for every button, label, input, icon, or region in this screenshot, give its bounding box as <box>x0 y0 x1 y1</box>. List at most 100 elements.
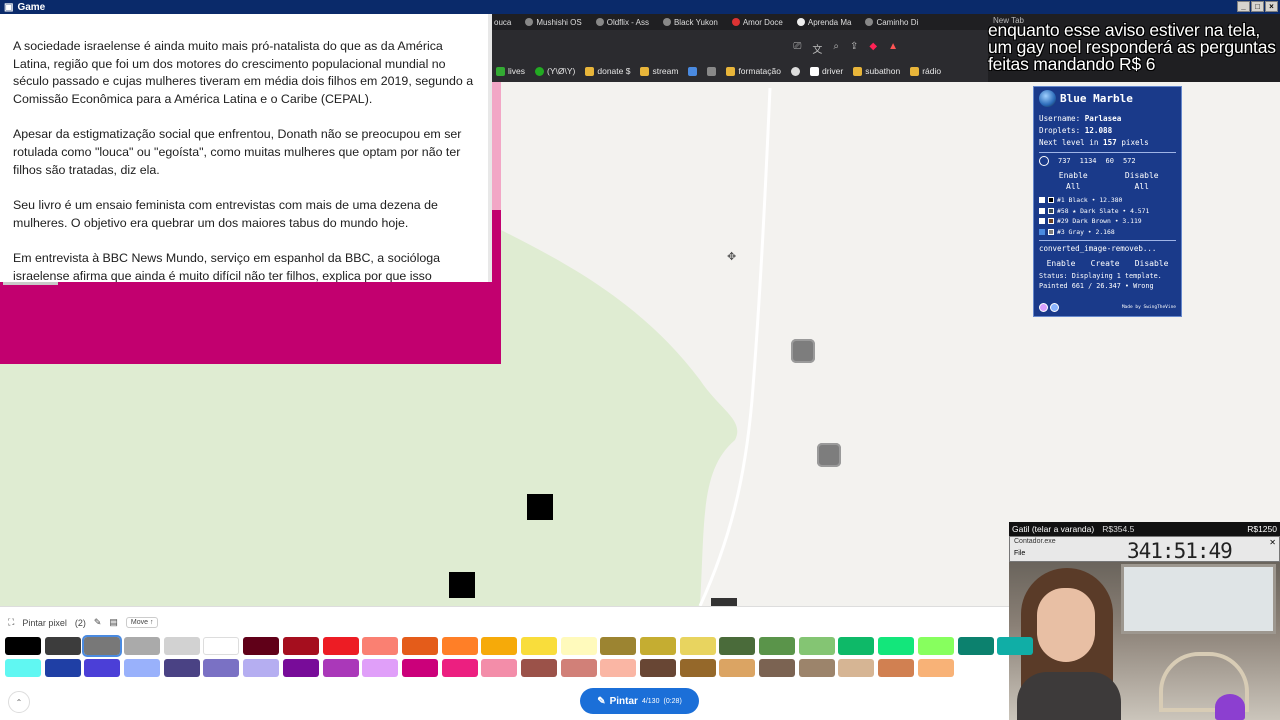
pin-icon[interactable] <box>1039 156 1049 166</box>
enable-template-button[interactable]: Enable <box>1047 258 1076 269</box>
palette-color-swatch[interactable] <box>520 659 557 677</box>
browser-tab[interactable]: ouca <box>494 18 511 27</box>
brave-rewards-icon[interactable]: ▲ <box>888 41 898 56</box>
palette-color-swatch[interactable] <box>282 659 319 677</box>
palette-color-swatch[interactable] <box>640 637 676 655</box>
bookmark-subathon[interactable]: subathon <box>853 66 900 76</box>
bookmark-emoticon[interactable]: (Y\Ø\Y) <box>535 66 575 76</box>
bookmark-donate[interactable]: donate $ <box>585 66 630 76</box>
close-icon[interactable]: ✕ <box>1269 538 1276 547</box>
bookmark-lives[interactable]: lives <box>496 66 525 76</box>
palette-color-swatch[interactable] <box>798 637 835 655</box>
color-filter-item[interactable]: #29 Dark Brown • 3.119 <box>1039 216 1176 227</box>
palette-color-swatch[interactable] <box>878 637 915 655</box>
palette-color-swatch[interactable] <box>759 637 796 655</box>
move-button[interactable]: Move ↑ <box>125 617 159 628</box>
bookmark-radio[interactable]: rádio <box>910 66 941 76</box>
palette-color-swatch[interactable] <box>362 659 399 677</box>
palette-color-swatch[interactable] <box>362 637 399 655</box>
palette-color-swatch[interactable] <box>124 637 161 655</box>
palette-color-swatch[interactable] <box>401 637 438 655</box>
info-icon[interactable] <box>1050 303 1059 312</box>
palette-color-swatch[interactable] <box>322 659 359 677</box>
palette-color-swatch[interactable] <box>44 659 81 677</box>
checkbox[interactable] <box>1039 218 1045 225</box>
palette-color-swatch[interactable] <box>44 637 81 655</box>
palette-color-swatch[interactable] <box>600 637 637 655</box>
bookmark-formatacao[interactable]: formatação <box>726 66 781 76</box>
browser-tab[interactable]: Aprenda Ma <box>796 18 851 27</box>
create-template-button[interactable]: Create <box>1091 258 1120 269</box>
minimize-button[interactable]: _ <box>1237 1 1250 12</box>
coord-px-x[interactable]: 60 <box>1106 157 1114 165</box>
palette-color-swatch[interactable] <box>600 659 637 677</box>
paint-button[interactable]: ✎ Pintar 4/130 (0:28) <box>580 688 699 714</box>
palette-color-swatch[interactable] <box>243 637 280 655</box>
palette-color-swatch[interactable] <box>163 659 200 677</box>
browser-tab[interactable]: Oldflix - Ass <box>595 18 649 27</box>
palette-color-swatch[interactable] <box>838 637 875 655</box>
palette-color-swatch[interactable] <box>282 637 319 655</box>
horizontal-scroll-thumb[interactable] <box>3 282 58 285</box>
color-filter-item[interactable]: #58 ★ Dark Slate • 4.571 <box>1039 206 1176 217</box>
browser-tab[interactable]: Caminho Di <box>865 18 918 27</box>
bookmark-calendar[interactable] <box>688 66 698 76</box>
zoom-icon[interactable]: ⌕ <box>833 41 839 56</box>
palette-color-swatch[interactable] <box>322 637 359 655</box>
palette-color-swatch[interactable] <box>560 659 597 677</box>
template-file-name[interactable]: converted_image-removeb... <box>1039 244 1176 253</box>
translate-icon[interactable]: 文 <box>812 41 822 56</box>
palette-color-swatch[interactable] <box>124 659 161 677</box>
palette-color-swatch[interactable] <box>917 637 954 655</box>
maximize-button[interactable]: □ <box>1251 1 1264 12</box>
palette-color-swatch[interactable] <box>441 637 478 655</box>
palette-color-swatch[interactable] <box>838 659 875 677</box>
palette-color-swatch[interactable] <box>5 659 41 677</box>
color-filter-item[interactable]: #3 Gray • 2.168 <box>1039 227 1176 238</box>
bookmark-driver[interactable]: driver <box>809 66 843 76</box>
palette-color-swatch[interactable] <box>997 637 1034 655</box>
palette-color-swatch[interactable] <box>481 637 518 655</box>
pencil-icon[interactable]: ✎ <box>94 617 102 628</box>
palette-color-swatch[interactable] <box>759 659 796 677</box>
palette-color-swatch[interactable] <box>5 637 41 655</box>
checkbox[interactable] <box>1039 207 1045 214</box>
checkbox-checked[interactable] <box>1039 228 1045 235</box>
share-icon[interactable]: ⇪ <box>850 41 858 56</box>
browser-tab[interactable]: Black Yukon <box>662 18 718 27</box>
checkbox[interactable] <box>1039 197 1045 204</box>
palette-color-swatch[interactable] <box>640 659 676 677</box>
palette-color-swatch[interactable] <box>560 637 597 655</box>
color-filter-item[interactable]: #1 Black • 12.380 <box>1039 195 1176 206</box>
settings-icon[interactable] <box>1039 303 1048 312</box>
palette-color-swatch[interactable] <box>679 659 716 677</box>
browser-tab[interactable]: Amor Doce <box>731 18 783 27</box>
bookmark-stream[interactable]: stream <box>640 66 678 76</box>
disable-all-button[interactable]: Disable All <box>1118 170 1166 192</box>
browser-tab[interactable]: Mushishi OS <box>525 18 582 27</box>
palette-color-swatch[interactable] <box>917 659 954 677</box>
coord-tile-x[interactable]: 737 <box>1058 157 1071 165</box>
expand-palette-button[interactable]: ⌃ <box>8 691 30 713</box>
coord-tile-y[interactable]: 1134 <box>1080 157 1097 165</box>
palette-color-swatch[interactable] <box>82 635 123 657</box>
palette-color-swatch[interactable] <box>163 637 200 655</box>
palette-color-swatch[interactable] <box>520 637 557 655</box>
palette-color-swatch[interactable] <box>719 659 756 677</box>
palette-color-swatch[interactable] <box>401 659 438 677</box>
close-button[interactable]: × <box>1265 1 1278 12</box>
enable-all-button[interactable]: Enable All <box>1049 170 1097 192</box>
palette-color-swatch[interactable] <box>203 659 240 677</box>
palette-color-swatch[interactable] <box>719 637 756 655</box>
palette-color-swatch[interactable] <box>957 637 994 655</box>
file-menu[interactable]: File <box>1014 550 1025 557</box>
palette-color-swatch[interactable] <box>878 659 915 677</box>
bookmark-grid[interactable] <box>707 66 717 76</box>
disable-template-button[interactable]: Disable <box>1135 258 1169 269</box>
palette-color-swatch[interactable] <box>203 637 240 655</box>
screenshot-icon[interactable]: ⎚ <box>793 41 801 56</box>
eraser-icon[interactable]: ▤ <box>109 617 118 628</box>
palette-color-swatch[interactable] <box>243 659 280 677</box>
palette-color-swatch[interactable] <box>798 659 835 677</box>
brave-shield-icon[interactable]: ◆ <box>869 41 877 56</box>
